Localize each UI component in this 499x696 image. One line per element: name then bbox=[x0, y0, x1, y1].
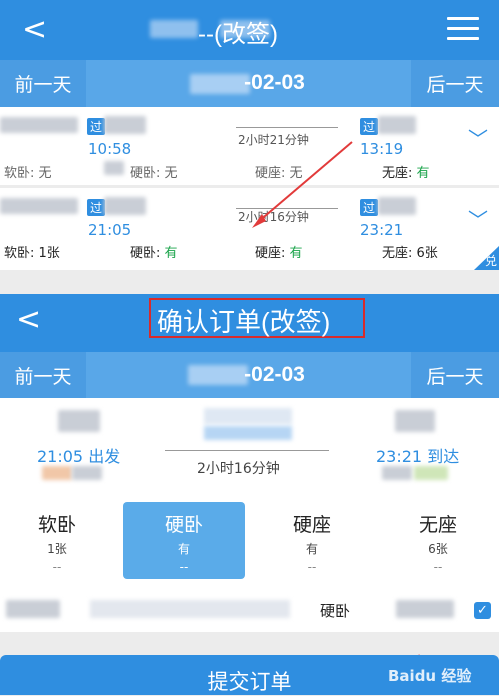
passenger-row: 硬卧 ✓ bbox=[0, 588, 499, 632]
seat-options: 软卧 1张 -- 硬卧 有 -- 硬座 有 -- 无座 6张 -- bbox=[0, 494, 499, 588]
seat-option-soft-sleeper[interactable]: 软卧 1张 -- bbox=[0, 502, 118, 579]
seat-option-standing[interactable]: 无座 6张 -- bbox=[377, 502, 499, 579]
arrive-time: 23:21 到达 bbox=[376, 447, 460, 466]
trip-summary: 21:05 出发 2小时16分钟 23:21 到达 bbox=[0, 398, 499, 494]
passenger-checkbox[interactable]: ✓ bbox=[474, 602, 491, 619]
back-button[interactable]: < bbox=[16, 302, 41, 337]
date-bar: 前一天 -02-03 后一天 bbox=[0, 352, 499, 398]
confirm-title: 确认订单(改签) bbox=[157, 307, 331, 337]
passenger-seat-type: 硬卧 bbox=[320, 602, 351, 620]
depart-time: 21:05 出发 bbox=[37, 447, 121, 466]
next-day-button[interactable]: 后一天 bbox=[411, 352, 499, 398]
seat-option-hard-seat[interactable]: 硬座 有 -- bbox=[251, 502, 373, 579]
duration: 2小时16分钟 bbox=[197, 461, 280, 477]
seat-option-hard-sleeper[interactable]: 硬卧 有 -- bbox=[123, 502, 245, 579]
watermark: Baidu 经验 bbox=[388, 667, 472, 685]
